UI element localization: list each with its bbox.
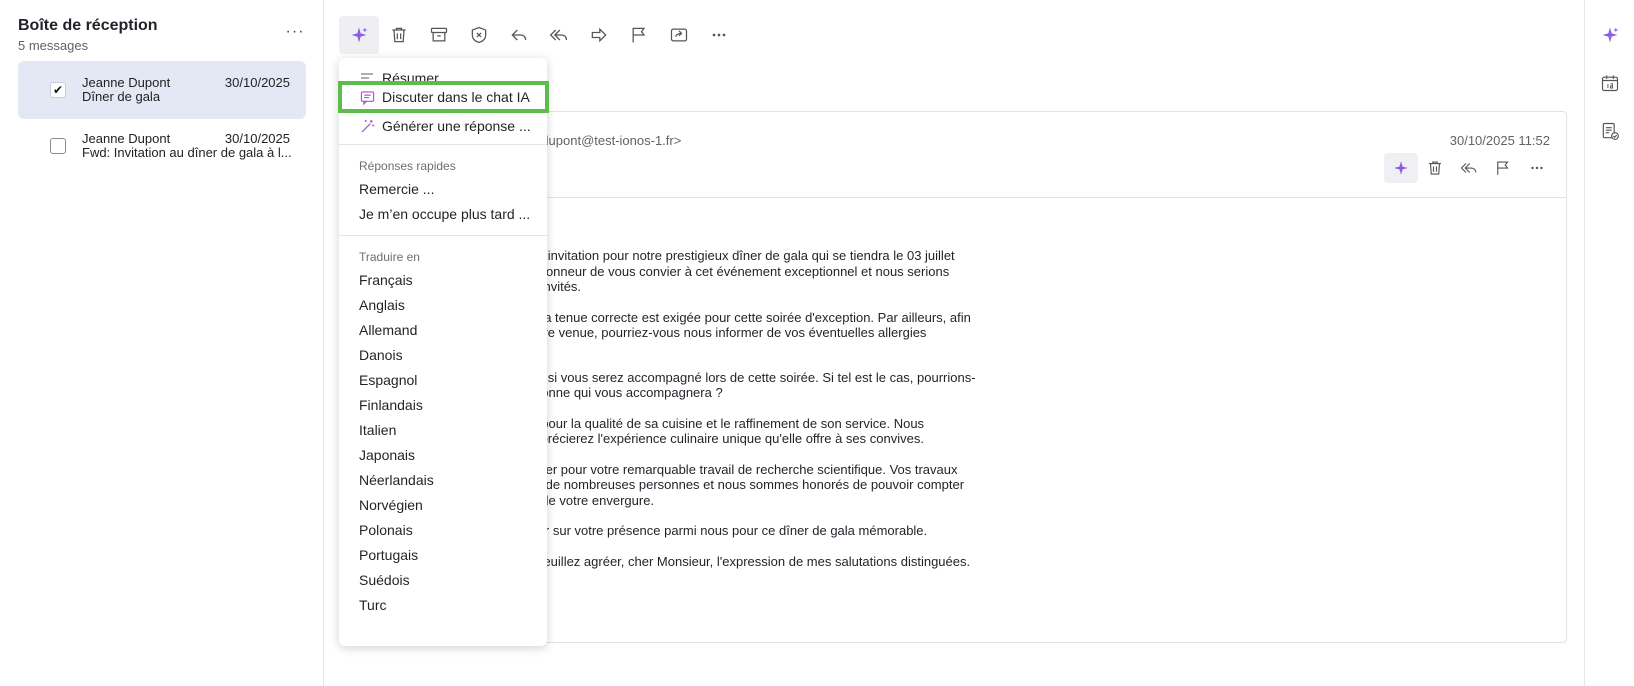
message-item[interactable]: ✔ Jeanne Dupont Dîner de gala 30/10/2025 <box>18 61 306 119</box>
folder-more-icon[interactable]: ··· <box>284 23 306 40</box>
forward-icon[interactable] <box>579 16 619 54</box>
ai-sparkle-icon[interactable] <box>339 16 379 54</box>
message-sender: Jeanne Dupont <box>82 75 171 90</box>
menu-item-label: Anglais <box>359 297 405 313</box>
more-icon[interactable] <box>1520 153 1554 183</box>
body-line: s apprécierez l'expérience culinaire uni… <box>516 431 924 446</box>
menu-item-language[interactable]: Suédois <box>339 568 547 592</box>
menu-item-label: Néerlandais <box>359 472 434 488</box>
menu-item-language[interactable]: Japonais <box>339 443 547 467</box>
body-line: cette invitation pour notre prestigieux … <box>516 248 955 263</box>
body-line: personne qui vous accompagnera ? <box>516 385 723 400</box>
menu-item-label: Espagnol <box>359 372 418 388</box>
menu-item-language[interactable]: Espagnol <box>339 368 547 392</box>
menu-item-label: Finlandais <box>359 397 423 413</box>
menu-item-label: Générer une réponse ... <box>382 118 531 134</box>
email-body: cette invitation pour notre prestigieux … <box>516 248 986 584</box>
message-checkbox[interactable] <box>50 138 66 154</box>
body-line: féliciter pour votre remarquable travail… <box>516 461 958 477</box>
body-paragraph: avoir si vous serez accompagné lors de c… <box>516 370 986 401</box>
body-paragraph: mpter sur votre présence parmi nous pour… <box>516 523 986 539</box>
ai-sparkle-icon[interactable] <box>1599 24 1621 46</box>
menu-item-label: Japonais <box>359 447 416 463</box>
menu-item-language[interactable]: Allemand <box>339 318 547 342</box>
body-paragraph: cette invitation pour notre prestigieux … <box>516 248 986 295</box>
menu-item-language[interactable]: Néerlandais <box>339 468 547 492</box>
menu-item-language[interactable]: Polonais <box>339 518 547 542</box>
body-line: se, veuillez agréer, cher Monsieur, l'ex… <box>516 553 971 569</box>
reply-all-icon[interactable] <box>1452 153 1486 183</box>
message-count: 5 messages <box>18 38 89 53</box>
menu-item-label: Italien <box>359 422 397 438</box>
tasks-icon[interactable] <box>1599 120 1621 142</box>
magic-wand-icon <box>359 118 375 134</box>
ai-dropdown-menu: Résumer Discuter dans le chat IA Générer… <box>338 58 549 646</box>
body-line: x votre venue, pourriez-vous nous inform… <box>516 325 927 340</box>
quick-replies-label: Réponses rapides <box>359 159 456 173</box>
message-date: 30/10/2025 <box>224 131 290 146</box>
body-paragraph: née pour la qualité de sa cuisine et le … <box>516 416 986 447</box>
menu-item-language[interactable]: Turc <box>339 593 547 617</box>
menu-item-quick-reply[interactable]: Je m’en occupe plus tard ... <box>339 202 547 226</box>
message-subject: Dîner de gala <box>82 89 161 104</box>
chat-icon <box>359 89 375 105</box>
menu-item-label: Danois <box>359 347 403 363</box>
menu-item-label: Je m’en occupe plus tard ... <box>359 206 531 222</box>
translate-label: Traduire en <box>359 250 420 264</box>
archive-icon[interactable] <box>419 16 459 54</box>
menu-item-language[interactable]: Norvégien <box>339 493 547 517</box>
body-paragraph: féliciter pour votre remarquable travail… <box>516 462 986 509</box>
more-icon[interactable] <box>699 16 739 54</box>
message-sender: Jeanne Dupont <box>82 131 171 146</box>
reply-icon[interactable] <box>499 16 539 54</box>
message-subject: Fwd: Invitation au dîner de gala à l... <box>82 145 292 160</box>
menu-item-label: Français <box>359 272 413 288</box>
flag-icon[interactable] <box>1486 153 1520 183</box>
message-toolbar <box>339 16 739 54</box>
email-datetime: 30/10/2025 11:52 <box>1449 133 1550 148</box>
body-line: pour de nombreuses personnes et nous som… <box>516 477 965 492</box>
menu-item-label: Turc <box>359 597 387 613</box>
menu-item-language[interactable]: Finlandais <box>339 393 547 417</box>
email-actions <box>1384 153 1554 183</box>
menu-item-label: Remercie ... <box>359 181 435 197</box>
body-line: ns l'honneur de vous convier à cet événe… <box>516 263 950 279</box>
message-list-panel: Boîte de réception 5 messages ··· ✔ Jean… <box>0 0 324 686</box>
spam-icon[interactable] <box>459 16 499 54</box>
body-paragraph: se, veuillez agréer, cher Monsieur, l'ex… <box>516 554 986 570</box>
menu-item-quick-reply[interactable]: Remercie ... <box>339 177 547 201</box>
message-item[interactable]: Jeanne Dupont Fwd: Invitation au dîner d… <box>18 117 306 175</box>
menu-item-label: Discuter dans le chat IA <box>382 89 530 105</box>
right-rail <box>1584 0 1634 686</box>
menu-item-label: Norvégien <box>359 497 423 513</box>
message-checkbox[interactable]: ✔ <box>50 82 66 98</box>
menu-item-language[interactable]: Anglais <box>339 293 547 317</box>
folder-title: Boîte de réception <box>18 17 158 34</box>
body-line: avoir si vous serez accompagné lors de c… <box>516 369 976 385</box>
menu-item-label: Suédois <box>359 572 410 588</box>
ai-sparkle-icon[interactable] <box>1384 153 1418 183</box>
body-line: née pour la qualité de sa cuisine et le … <box>516 415 925 431</box>
menu-item-language[interactable]: Danois <box>339 343 547 367</box>
body-line: que la tenue correcte est exigée pour ce… <box>516 309 971 325</box>
message-date: 30/10/2025 <box>224 75 290 90</box>
calendar-icon[interactable] <box>1599 72 1621 94</box>
menu-item-label: Portugais <box>359 547 419 563</box>
menu-item-language[interactable]: Français <box>339 268 547 292</box>
menu-divider <box>339 235 547 236</box>
menu-item-generate-reply[interactable]: Générer une réponse ... <box>339 114 547 138</box>
menu-item-label: Polonais <box>359 522 413 538</box>
flag-icon[interactable] <box>619 16 659 54</box>
reply-all-icon[interactable] <box>539 16 579 54</box>
trash-icon[interactable] <box>1418 153 1452 183</box>
body-line: mpter sur votre présence parmi nous pour… <box>516 523 928 538</box>
menu-item-language[interactable]: Italien <box>339 418 547 442</box>
move-folder-icon[interactable] <box>659 16 699 54</box>
menu-item-label: Allemand <box>359 322 418 338</box>
menu-item-chat-ai[interactable]: Discuter dans le chat IA <box>338 81 549 113</box>
body-paragraph: que la tenue correcte est exigée pour ce… <box>516 310 986 341</box>
menu-item-language[interactable]: Portugais <box>339 543 547 567</box>
menu-divider <box>339 144 547 145</box>
trash-icon[interactable] <box>379 16 419 54</box>
